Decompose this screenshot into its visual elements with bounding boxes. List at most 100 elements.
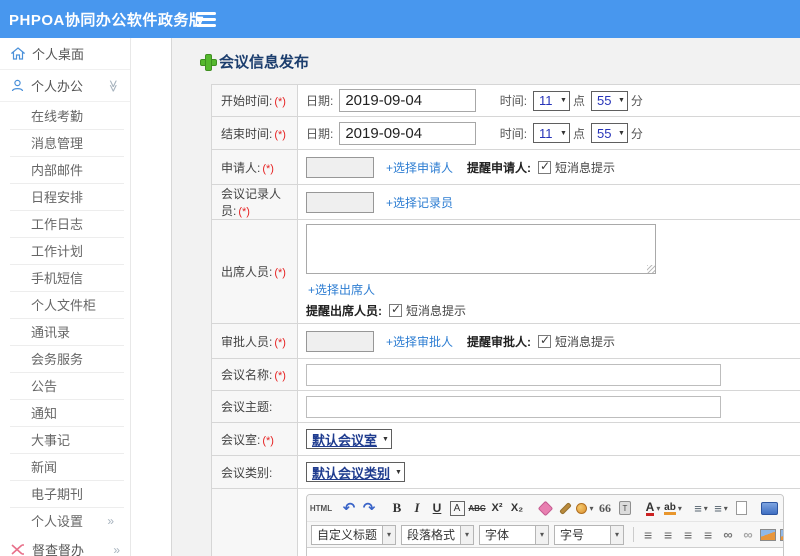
choose-approver-link[interactable]: +选择审批人 — [386, 335, 453, 349]
font-border-icon[interactable]: A — [448, 498, 466, 518]
applicant-input[interactable] — [306, 156, 374, 178]
align-justify-icon[interactable]: ≡ — [699, 525, 717, 545]
sidebar-item-label: 个人设置 — [31, 514, 84, 529]
sms-remind-checkbox[interactable] — [538, 159, 552, 174]
time-label: 时间: — [499, 126, 528, 141]
meeting-subject-input[interactable] — [306, 395, 721, 418]
end-hour-select[interactable]: 11 ▼ — [533, 123, 570, 143]
image-icon[interactable] — [759, 525, 777, 545]
new-page-icon[interactable] — [732, 498, 750, 518]
choose-attendees-link[interactable]: +选择出席人 — [308, 283, 375, 297]
editor-toolbar-row2: 自定义标题 ▾ 段落格式 ▾ 字体 ▾ 字号 ▾ ≡ ≡ ≡ ≡ ∞ ∞ — [307, 521, 783, 547]
sidebar-item[interactable]: 内部邮件 — [0, 156, 130, 183]
superscript-icon[interactable]: X² — [488, 498, 506, 518]
ordered-list-icon[interactable]: ≡ ▾ — [692, 498, 710, 518]
page-title: 会议信息发布 — [200, 38, 800, 84]
align-left-icon[interactable]: ≡ — [639, 525, 657, 545]
italic-icon[interactable]: I — [408, 498, 426, 518]
align-right-icon[interactable]: ≡ — [679, 525, 697, 545]
choose-applicant-link[interactable]: +选择申请人 — [386, 161, 453, 175]
paint-icon[interactable]: ▾ — [576, 498, 594, 518]
meeting-room-select[interactable]: 默认会议室 ▼ — [306, 429, 392, 449]
sidebar-item[interactable]: 公告 — [0, 372, 130, 399]
sidebar-item-label: 日程安排 — [31, 190, 84, 205]
sidebar-item[interactable]: 手机短信 — [0, 264, 130, 291]
select-arrow-icon: ▼ — [617, 129, 625, 137]
end-minute-select[interactable]: 55 ▼ — [590, 123, 628, 143]
hamburger-icon[interactable] — [196, 12, 216, 30]
font-size-select[interactable]: 字号 ▾ — [554, 524, 625, 545]
end-date-input[interactable] — [339, 121, 477, 145]
field-label: 申请人: — [221, 160, 261, 175]
blockquote-icon[interactable]: 66 — [596, 498, 614, 518]
sidebar-item[interactable]: 电子期刊 — [0, 480, 130, 507]
dropdown-arrow-icon: ▾ — [703, 503, 708, 513]
dropdown-arrow-icon: ▾ — [382, 525, 396, 544]
sidebar-item-label: 手机短信 — [31, 271, 84, 286]
insert-image-icon[interactable] — [779, 525, 783, 545]
sms-remind-checkbox[interactable] — [389, 302, 402, 317]
sms-label: 短消息提示 — [406, 304, 467, 318]
sidebar-item[interactable]: 个人文件柜 — [0, 291, 130, 318]
start-hour-select[interactable]: 11 ▼ — [533, 90, 570, 111]
redo-icon[interactable]: ↷ — [360, 498, 378, 518]
sms-label: 短消息提示 — [555, 160, 616, 175]
sidebar-item-supervision[interactable]: 督查督办 » — [0, 534, 130, 556]
sidebar-item[interactable]: 在线考勤 — [0, 102, 130, 129]
start-date-input[interactable] — [339, 89, 477, 112]
sidebar-item[interactable]: 工作日志 — [0, 210, 130, 237]
sidebar-item-settings[interactable]: 个人设置 » — [0, 507, 130, 534]
eraser-icon[interactable] — [536, 498, 554, 518]
sidebar-item-personal-office[interactable]: 个人办公 ≫ — [0, 70, 130, 102]
choose-recorder-link[interactable]: +选择记录员 — [386, 196, 453, 210]
sidebar-item[interactable]: 新闻 — [0, 453, 130, 480]
meeting-name-input[interactable] — [306, 363, 721, 386]
unlink-icon[interactable]: ∞ — [739, 525, 757, 545]
sms-remind-checkbox[interactable] — [538, 333, 552, 348]
select-label: 自定义标题 — [317, 528, 378, 542]
strikethrough-icon[interactable]: ABC — [468, 498, 486, 518]
start-minute-select[interactable]: 55 ▼ — [590, 90, 628, 111]
sidebar-item-label: 个人办公 — [31, 79, 84, 94]
app-header: PHPOA协同办公软件政务版 — [0, 0, 800, 38]
field-label: 会议名称: — [221, 368, 273, 382]
custom-heading-select[interactable]: 自定义标题 ▾ — [311, 524, 397, 545]
highlight-icon[interactable]: ab ▾ — [664, 498, 682, 518]
meeting-category-select[interactable]: 默认会议类别 ▼ — [306, 462, 405, 482]
sidebar-item[interactable]: 工作计划 — [0, 237, 130, 264]
field-label: 开始时间: — [221, 94, 273, 108]
approver-input[interactable] — [306, 330, 374, 352]
font-family-select[interactable]: 字体 ▾ — [479, 524, 550, 545]
attendees-textarea[interactable] — [306, 224, 656, 274]
bold-icon[interactable]: B — [388, 498, 406, 518]
format-brush-icon[interactable] — [556, 498, 574, 518]
sidebar-item[interactable]: 日程安排 — [0, 183, 130, 210]
sidebar-item[interactable]: 会务服务 — [0, 345, 130, 372]
field-label: 出席人员: — [221, 265, 273, 279]
font-color-icon[interactable]: A ▾ — [644, 498, 662, 518]
align-center-icon[interactable]: ≡ — [659, 525, 677, 545]
recorder-input[interactable] — [306, 191, 374, 213]
html-source-icon[interactable]: HTML — [310, 498, 332, 518]
underline-icon[interactable]: U — [428, 498, 446, 518]
sidebar-item[interactable]: 大事记 — [0, 426, 130, 453]
paste-icon[interactable]: T — [616, 498, 634, 518]
form-row-content: HTML ↶ ↷ B I U A ABC X² X₂ ▾ 66 T A ▾ ab ▾ ≡ ▾ ≡ ▾ 自定义标题 ▾ 段落格… — [211, 488, 800, 556]
fullscreen-icon[interactable] — [760, 498, 778, 518]
sidebar-item[interactable]: 通知 — [0, 399, 130, 426]
sidebar-item[interactable]: 通讯录 — [0, 318, 130, 345]
sidebar-item[interactable]: 消息管理 — [0, 129, 130, 156]
sidebar-item-desktop[interactable]: 个人桌面 — [0, 38, 130, 70]
sidebar-item-label: 会务服务 — [31, 352, 84, 367]
form-row-approver: 审批人员:(*) +选择审批人提醒审批人:短消息提示 — [211, 323, 800, 359]
dropdown-arrow-icon: ▾ — [460, 525, 474, 544]
form-row-meeting-category: 会议类别: 默认会议类别 ▼ — [211, 455, 800, 489]
subscript-icon[interactable]: X₂ — [508, 498, 526, 518]
field-label: 会议主题: — [221, 400, 273, 414]
form-row-recorder: 会议记录人员: (*) +选择记录员 — [211, 184, 800, 220]
undo-icon[interactable]: ↶ — [340, 498, 358, 518]
paragraph-format-select[interactable]: 段落格式 ▾ — [401, 524, 475, 545]
editor-content-area[interactable] — [307, 547, 783, 556]
unordered-list-icon[interactable]: ≡ ▾ — [712, 498, 730, 518]
link-icon[interactable]: ∞ — [719, 525, 737, 545]
